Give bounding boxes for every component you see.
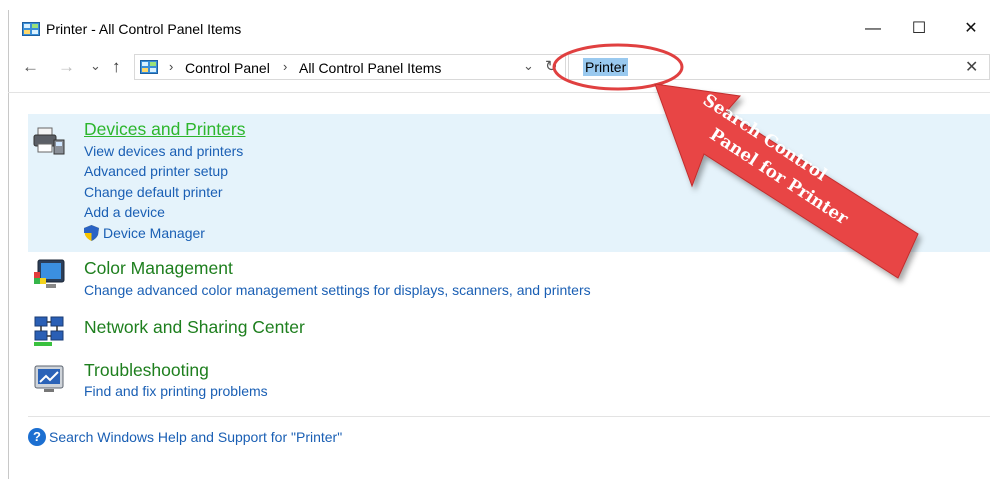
link-change-default-printer[interactable]: Change default printer [84, 183, 223, 201]
breadcrumb-control-panel[interactable]: Control Panel [185, 59, 270, 77]
control-panel-icon [140, 60, 158, 74]
result-title-network-sharing[interactable]: Network and Sharing Center [84, 316, 305, 338]
forward-button[interactable]: → [58, 55, 75, 79]
result-title-devices-and-printers[interactable]: Devices and Printers [84, 118, 245, 140]
shield-icon [84, 225, 99, 241]
troubleshooting-icon [34, 365, 64, 392]
up-button[interactable]: ↑ [112, 55, 121, 79]
refresh-icon[interactable]: ↻ [545, 57, 558, 75]
result-title-color-management[interactable]: Color Management [84, 257, 233, 279]
breadcrumb-separator: › [169, 59, 174, 74]
search-box[interactable]: Printer ✕ [568, 54, 990, 80]
control-panel-icon [22, 22, 40, 36]
link-device-manager[interactable]: Device Manager [103, 224, 205, 242]
back-button[interactable]: ← [22, 55, 39, 79]
color-management-icon [34, 259, 65, 288]
link-view-devices[interactable]: View devices and printers [84, 142, 243, 160]
link-advanced-printer-setup[interactable]: Advanced printer setup [84, 162, 228, 180]
clear-search-icon[interactable]: ✕ [965, 57, 978, 77]
title-bar[interactable]: Printer - All Control Panel Items — ☐ ✕ [8, 10, 990, 46]
footer-divider [28, 416, 990, 417]
breadcrumb-separator: › [283, 59, 288, 74]
window-title: Printer - All Control Panel Items [46, 21, 242, 37]
close-button[interactable]: ✕ [948, 14, 990, 44]
minimize-button[interactable]: — [850, 14, 896, 44]
search-help-link[interactable]: Search Windows Help and Support for "Pri… [49, 428, 342, 446]
help-icon: ? [28, 428, 46, 446]
printer-icon [33, 127, 65, 155]
network-icon [34, 316, 64, 346]
address-dropdown-icon[interactable]: ⌄ [523, 58, 534, 74]
link-add-device[interactable]: Add a device [84, 203, 165, 221]
search-input[interactable]: Printer [583, 58, 629, 76]
link-color-management-settings[interactable]: Change advanced color management setting… [84, 281, 591, 299]
recent-locations-button[interactable]: ⌄ [90, 54, 101, 78]
result-title-troubleshooting[interactable]: Troubleshooting [84, 359, 209, 381]
address-bar[interactable]: › Control Panel › All Control Panel Item… [134, 54, 566, 80]
control-panel-window: Printer - All Control Panel Items — ☐ ✕ … [0, 0, 990, 479]
header-divider [8, 92, 990, 93]
window-border [8, 10, 9, 479]
link-fix-printing-problems[interactable]: Find and fix printing problems [84, 382, 268, 400]
maximize-button[interactable]: ☐ [896, 14, 942, 44]
breadcrumb-all-items[interactable]: All Control Panel Items [299, 59, 441, 77]
